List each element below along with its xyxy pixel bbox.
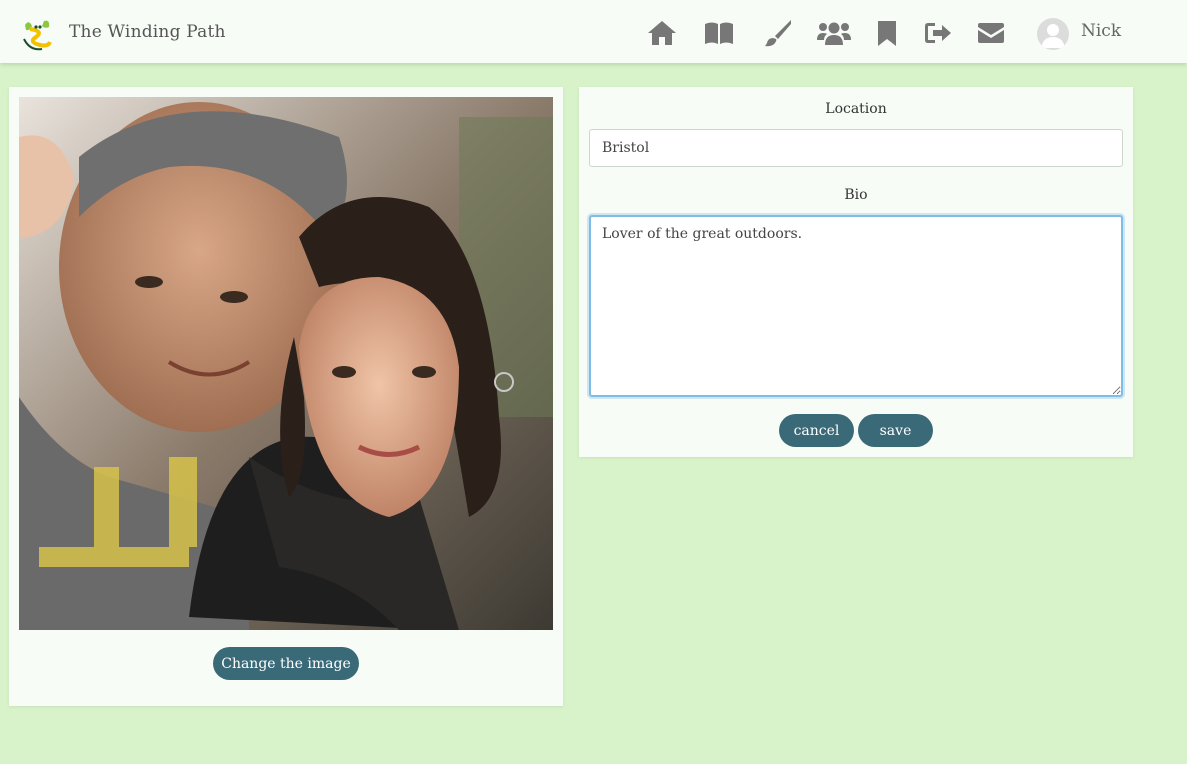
sign-out-icon[interactable] <box>922 17 954 49</box>
cancel-button[interactable]: cancel <box>779 414 854 447</box>
bookmark-icon[interactable] <box>871 17 903 49</box>
users-icon[interactable] <box>817 17 851 49</box>
bio-textarea[interactable]: Lover of the great outdoors. <box>589 215 1123 397</box>
brand-title[interactable]: The Winding Path <box>69 22 226 42</box>
location-label: Location <box>825 101 887 117</box>
change-image-button[interactable]: Change the image <box>213 647 359 680</box>
user-name[interactable]: Nick <box>1081 21 1121 41</box>
brush-icon[interactable] <box>762 17 794 49</box>
book-icon[interactable] <box>703 17 735 49</box>
envelope-icon[interactable] <box>975 17 1007 49</box>
user-avatar[interactable] <box>1037 18 1069 50</box>
home-icon[interactable] <box>646 17 678 49</box>
profile-photo <box>19 97 553 630</box>
location-input[interactable] <box>589 129 1123 167</box>
save-button[interactable]: save <box>858 414 933 447</box>
profile-image-card: Change the image <box>9 87 563 706</box>
bio-label: Bio <box>844 187 868 203</box>
top-navbar: The Winding Path Nick <box>0 0 1187 63</box>
winding-path-logo[interactable] <box>20 17 56 53</box>
profile-form-card: Location Bio Lover of the great outdoors… <box>579 87 1133 457</box>
